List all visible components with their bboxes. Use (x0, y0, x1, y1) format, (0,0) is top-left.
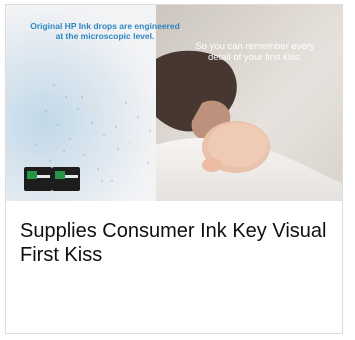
asset-card[interactable]: Original HP Ink drops are engineered at … (5, 4, 343, 334)
card-image[interactable]: Original HP Ink drops are engineered at … (6, 5, 342, 201)
image-overlay-left-text: Original HP Ink drops are engineered at … (30, 21, 180, 41)
card-title[interactable]: Supplies Consumer Ink Key Visual First K… (20, 219, 330, 267)
image-overlay-right-text: So you can remember every detail of your… (195, 41, 315, 63)
